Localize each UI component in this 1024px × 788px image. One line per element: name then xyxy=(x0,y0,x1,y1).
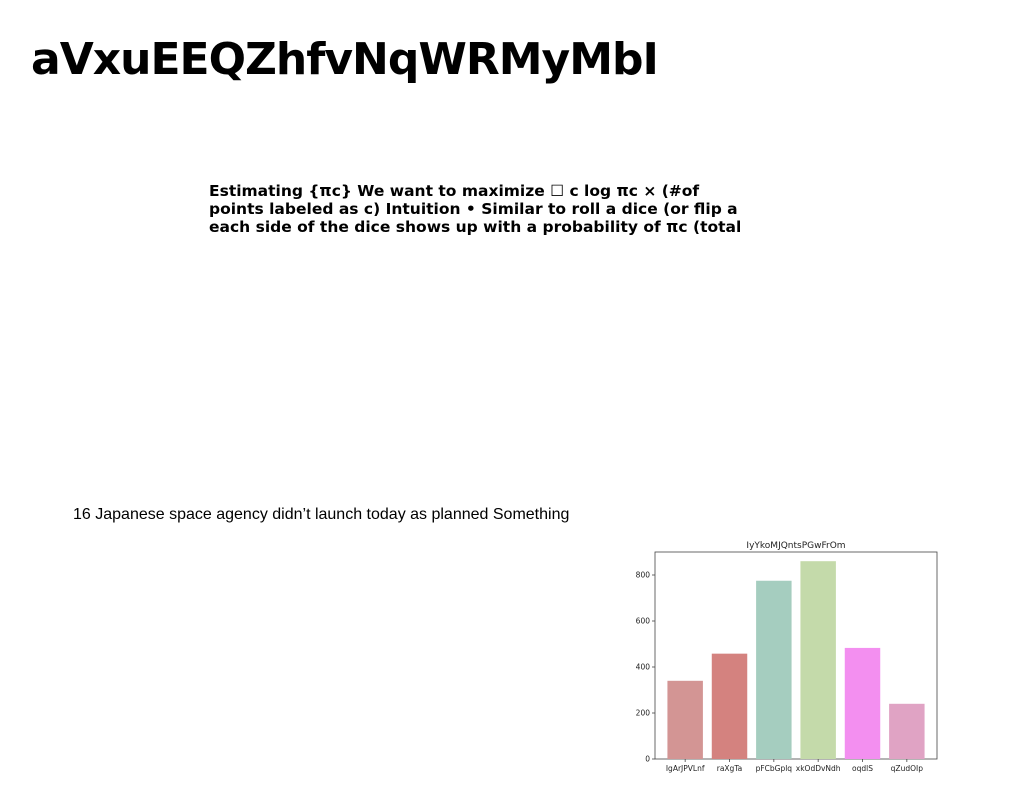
y-tick-label: 600 xyxy=(636,617,651,626)
y-tick-label: 0 xyxy=(645,755,650,764)
text-line: points labeled as c) Intuition • Similar… xyxy=(209,200,738,218)
bar-IgArJPVLnf xyxy=(667,680,703,759)
x-tick-label: IgArJPVLnf xyxy=(666,764,705,773)
chart-title: IyYkoMJQntsPGwFrOm xyxy=(746,541,845,551)
x-tick-label: qZudOIp xyxy=(891,764,924,773)
bar-chart-svg: IyYkoMJQntsPGwFrOm IgArJPVLnf raXgTa pFCbG… xyxy=(636,541,938,773)
bar-pFCbGplq xyxy=(756,580,792,759)
bar-xkOdDvNdh xyxy=(800,561,836,759)
text-line: Estimating {πc} We want to maximize ☐ c … xyxy=(209,182,700,200)
y-tick-label: 400 xyxy=(636,663,651,672)
y-tick-label: 200 xyxy=(636,709,651,718)
text-block: Estimating {πc} We want to maximize ☐ c … xyxy=(209,182,769,236)
page-title: aVxuEEQZhfvNqWRMyMbI xyxy=(31,34,659,85)
bar-oqdlS xyxy=(844,647,881,759)
text-line: each side of the dice shows up with a pr… xyxy=(209,218,742,236)
x-tick-label: xkOdDvNdh xyxy=(796,764,841,773)
bar-raXgTa xyxy=(711,653,748,759)
caption-text: 16 Japanese space agency didn’t launch t… xyxy=(73,506,570,523)
bar-qZudOIp xyxy=(889,703,925,759)
bar-chart: IyYkoMJQntsPGwFrOm IgArJPVLnf raXgTa pFCbG… xyxy=(615,534,955,779)
x-tick-label: oqdlS xyxy=(852,764,873,773)
x-tick-label: pFCbGplq xyxy=(756,764,793,773)
x-tick-label: raXgTa xyxy=(717,764,743,773)
y-tick-label: 800 xyxy=(636,571,651,580)
